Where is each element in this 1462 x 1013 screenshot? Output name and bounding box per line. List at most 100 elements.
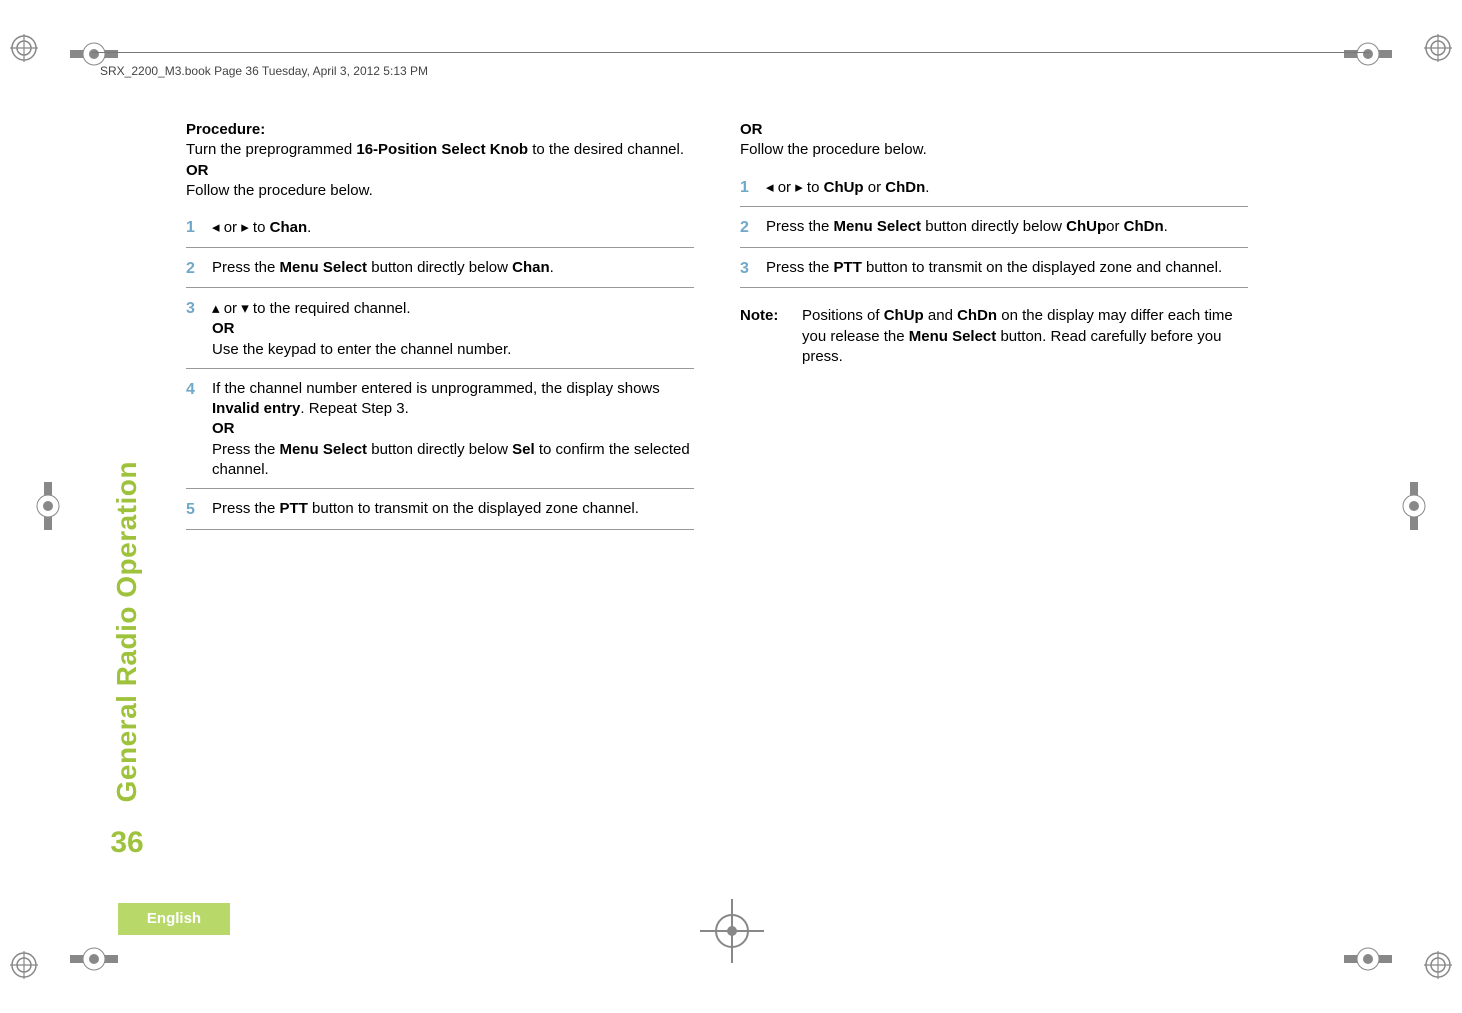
step-list: 1 ◂ or ▸ to Chan. 2 Press the Menu Selec… <box>186 211 694 530</box>
step-body: ◂ or ▸ to Chan. <box>212 217 694 239</box>
ui-label: Chan <box>512 259 550 276</box>
note-block: Note: Positions of ChUp and ChDn on the … <box>740 306 1248 367</box>
text: or <box>220 219 242 236</box>
text: Press the <box>212 500 280 517</box>
down-icon: ▾ <box>241 299 249 317</box>
text: to <box>803 179 824 196</box>
step-number: 3 <box>740 258 766 280</box>
hinge-icon <box>70 935 118 983</box>
or-label: OR <box>212 319 694 339</box>
step-row: 5 Press the PTT button to transmit on th… <box>186 493 694 530</box>
text: or <box>1106 218 1124 235</box>
step-number: 3 <box>186 298 212 360</box>
registration-mark-icon <box>10 34 38 62</box>
column-left: Procedure: Turn the preprogrammed 16-Pos… <box>186 120 694 860</box>
text: to the desired channel. <box>528 141 684 158</box>
ui-label: Chan <box>270 219 308 236</box>
language-tab: English <box>118 903 230 935</box>
ui-label: Invalid entry <box>212 400 300 417</box>
hinge-icon <box>24 482 72 530</box>
step-number: 2 <box>186 258 212 280</box>
text: . <box>1164 218 1168 235</box>
step-body: Press the Menu Select button directly be… <box>766 217 1248 239</box>
running-head: SRX_2200_M3.book Page 36 Tuesday, April … <box>100 64 428 78</box>
ui-label: Sel <box>512 441 535 458</box>
ui-label: ChUp <box>1066 218 1106 235</box>
follow-text: Follow the procedure below. <box>186 181 694 201</box>
ui-label: ChUp <box>884 307 924 324</box>
text: Press the <box>766 259 834 276</box>
text: button directly below <box>367 441 512 458</box>
or-label: OR <box>740 120 1248 140</box>
side-column: General Radio Operation 36 <box>104 120 150 860</box>
text: and <box>924 307 957 324</box>
follow-text: Follow the procedure below. <box>740 140 1248 160</box>
left-icon: ◂ <box>212 218 220 236</box>
page-number: 36 <box>110 826 143 860</box>
step-number: 5 <box>186 499 212 521</box>
text: Use the keypad to enter the channel numb… <box>212 340 694 360</box>
text: Press the <box>212 441 280 458</box>
ui-label: ChUp <box>824 179 864 196</box>
step-body: Press the Menu Select button directly be… <box>212 258 694 280</box>
text: . <box>550 259 554 276</box>
step-body: Press the PTT button to transmit on the … <box>766 258 1248 280</box>
text-bold: Menu Select <box>834 218 922 235</box>
left-icon: ◂ <box>766 178 774 196</box>
text-bold: Menu Select <box>909 328 997 345</box>
step-number: 1 <box>186 217 212 239</box>
text-bold: PTT <box>280 500 308 517</box>
text: button directly below <box>921 218 1066 235</box>
text: or <box>864 179 886 196</box>
ui-label: ChDn <box>885 179 925 196</box>
step-row: 2 Press the Menu Select button directly … <box>740 211 1248 248</box>
hinge-icon <box>1344 935 1392 983</box>
registration-mark-icon <box>10 951 38 979</box>
step-body: ◂ or ▸ to ChUp or ChDn. <box>766 177 1248 199</box>
text: to the required channel. <box>249 300 411 317</box>
text: Turn the preprogrammed <box>186 141 356 158</box>
text: . Repeat Step 3. <box>300 400 408 417</box>
or-label: OR <box>186 161 694 181</box>
text: Press the Menu Select button directly be… <box>212 440 694 481</box>
step-row: 1 ◂ or ▸ to ChUp or ChDn. <box>740 171 1248 208</box>
step-row: 1 ◂ or ▸ to Chan. <box>186 211 694 248</box>
text: or <box>774 179 796 196</box>
up-icon: ▴ <box>212 299 220 317</box>
text: . <box>307 219 311 236</box>
registration-mark-icon <box>1424 951 1452 979</box>
text-bold: Menu Select <box>280 441 368 458</box>
note-label: Note: <box>740 306 802 367</box>
step-body: Press the PTT button to transmit on the … <box>212 499 694 521</box>
step-row: 3 Press the PTT button to transmit on th… <box>740 252 1248 289</box>
section-label: General Radio Operation <box>111 461 143 802</box>
step-number: 1 <box>740 177 766 199</box>
right-icon: ▸ <box>795 178 803 196</box>
text: button directly below <box>367 259 512 276</box>
ui-label: ChDn <box>1124 218 1164 235</box>
ui-label: ChDn <box>957 307 997 324</box>
text: . <box>925 179 929 196</box>
text-bold: PTT <box>834 259 862 276</box>
crosshair-icon <box>700 899 764 963</box>
hinge-icon <box>1390 482 1438 530</box>
hinge-icon <box>1344 30 1392 78</box>
text: Press the <box>212 259 280 276</box>
text-columns: Procedure: Turn the preprogrammed 16-Pos… <box>186 120 1364 860</box>
right-icon: ▸ <box>241 218 249 236</box>
text: button to transmit on the displayed zone… <box>308 500 639 517</box>
step-number: 2 <box>740 217 766 239</box>
step-number: 4 <box>186 379 212 480</box>
note-body: Positions of ChUp and ChDn on the displa… <box>802 306 1248 367</box>
step-row: 2 Press the Menu Select button directly … <box>186 252 694 289</box>
column-right: OR Follow the procedure below. 1 ◂ or ▸ … <box>740 120 1248 860</box>
text: or <box>220 300 242 317</box>
procedure-intro: Turn the preprogrammed 16-Position Selec… <box>186 140 694 160</box>
text: to <box>249 219 270 236</box>
step-row: 3 ▴ or ▾ to the required channel. OR Use… <box>186 292 694 369</box>
or-label: OR <box>212 419 694 439</box>
text: Press the <box>766 218 834 235</box>
text-bold: 16-Position Select Knob <box>356 141 528 158</box>
procedure-heading: Procedure: <box>186 121 265 138</box>
registration-mark-icon <box>1424 34 1452 62</box>
